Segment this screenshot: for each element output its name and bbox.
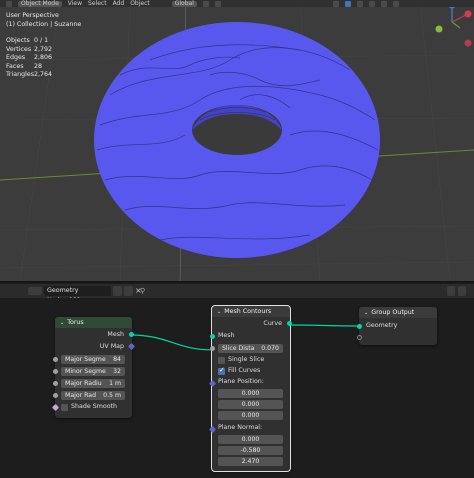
link-mesh: [129, 334, 215, 351]
stat-row: Objects 0 / 1: [6, 37, 49, 44]
sidebar-toggle-icon[interactable]: [458, 286, 466, 296]
mode-dropdown[interactable]: Object Mode: [18, 0, 62, 7]
torus-node[interactable]: ⌄ Torus Mesh UV Map Major Segme 84 Minor…: [51, 317, 136, 418]
node-tree-type-icon[interactable]: [28, 287, 42, 295]
menu-object[interactable]: Object: [130, 0, 150, 7]
plane-normal-y[interactable]: -0.580: [218, 446, 283, 455]
mesh-input-socket[interactable]: [210, 334, 215, 339]
duplicate-icon[interactable]: [124, 286, 133, 296]
viewport-info: User Perspective (1) Collection | Suzann…: [6, 12, 81, 29]
geometry-input-socket[interactable]: [357, 324, 362, 329]
fill-curves-checkbox[interactable]: [218, 366, 225, 375]
torus-node-header[interactable]: ⌄ Torus: [55, 317, 132, 328]
xray-icon[interactable]: [368, 0, 375, 7]
geometry-input-label: Geometry: [366, 322, 398, 329]
editor-type-icon[interactable]: [6, 0, 12, 7]
torus-uv-output-label: UV Map: [99, 343, 124, 350]
slice-distance-socket[interactable]: [210, 346, 215, 351]
major-radius-field[interactable]: Major Radiu 1 m: [61, 379, 125, 388]
shading-material-icon[interactable]: [392, 0, 399, 7]
minor-radius-socket[interactable]: [53, 393, 58, 398]
group-output-title: Group Output: [371, 309, 415, 316]
menu-view[interactable]: View: [68, 0, 82, 7]
major-segments-socket[interactable]: [53, 357, 58, 362]
scene-stats: Objects 0 / 1 Vertices 2,792 Edges 2,806 Fa…: [6, 37, 52, 80]
minor-segments-field[interactable]: Minor Segme 32: [61, 367, 125, 376]
snap-icon[interactable]: [214, 0, 221, 7]
overlays-icon[interactable]: [356, 0, 363, 7]
torus-mesh-output-socket[interactable]: [129, 332, 134, 337]
node-editor-canvas[interactable]: ⌄ Torus Mesh UV Map Major Segme 84 Minor…: [0, 298, 474, 478]
major-radius-socket[interactable]: [53, 381, 58, 386]
major-segments-field[interactable]: Major Segme 84: [61, 355, 125, 364]
pivot-icon[interactable]: [202, 0, 209, 7]
shade-smooth-checkbox[interactable]: [61, 404, 68, 411]
visibility-icon[interactable]: [332, 0, 339, 7]
3d-viewport[interactable]: Object Mode View Select Add Object Globa…: [0, 0, 474, 281]
single-slice-checkbox[interactable]: [218, 357, 225, 364]
link-curve: [288, 324, 361, 327]
torus-title: Torus: [67, 319, 84, 326]
curve-output-label: Curve: [263, 320, 282, 327]
node-editor-header: Geometry Nodes.001 × ⚲: [0, 284, 474, 304]
curve-output-socket[interactable]: [287, 321, 292, 326]
plane-position-x[interactable]: 0.000: [218, 389, 283, 398]
stat-row: Vertices 2,792: [6, 45, 53, 53]
stat-row: Triangles 2,764: [6, 71, 53, 79]
group-output-node[interactable]: ⌄ Group Output Geometry: [357, 307, 437, 345]
area-divider[interactable]: [0, 281, 474, 283]
minor-radius-field[interactable]: Major Rad 0.5 m: [61, 391, 125, 400]
mesh-contours-title: Mesh Contours: [224, 308, 272, 315]
minor-segments-socket[interactable]: [53, 369, 58, 374]
group-output-node-header[interactable]: ⌄ Group Output: [359, 307, 437, 318]
plane-position-z[interactable]: 0.000: [218, 411, 283, 420]
plane-normal-z[interactable]: 2.470: [218, 457, 283, 466]
menu-add[interactable]: Add: [113, 0, 125, 7]
fill-curves-label: Fill Curves: [228, 367, 261, 374]
menu-select[interactable]: Select: [88, 0, 107, 7]
select-tool-icon[interactable]: [344, 0, 351, 7]
plane-normal-x[interactable]: 0.000: [218, 435, 283, 444]
navigation-gizmo: [435, 1, 472, 47]
plane-normal-label: Plane Normal:: [218, 424, 263, 431]
plane-position-y[interactable]: 0.000: [218, 400, 283, 409]
stat-row: Faces 28: [6, 62, 43, 70]
slice-distance-field[interactable]: Slice Dista 0.070: [218, 344, 283, 353]
torus-mesh-output-label: Mesh: [107, 331, 124, 338]
view-name: User Perspective: [6, 12, 59, 19]
mesh-contours-node-header[interactable]: ⌄ Mesh Contours: [212, 306, 290, 317]
plane-position-label: Plane Position:: [218, 378, 264, 385]
overlay-toggle-icon[interactable]: [447, 286, 455, 296]
shade-smooth-label: Shade Smooth: [71, 403, 118, 410]
mesh-contours-node[interactable]: ⌄ Mesh Contours Curve Mesh Slice Dista 0…: [208, 305, 292, 472]
pin-icon[interactable]: ⚲: [140, 286, 149, 296]
mesh-input-label: Mesh: [218, 332, 235, 339]
viewport-header: Object Mode View Select Add Object Globa…: [0, 0, 474, 7]
transform-orientation-dropdown[interactable]: Global: [171, 0, 197, 7]
collection-name: (1) Collection | Suzanne: [6, 20, 82, 28]
empty-input-socket[interactable]: [357, 335, 362, 340]
viewport-canvas: [0, 0, 474, 281]
node-tree-name-field[interactable]: Geometry Nodes.001: [44, 286, 111, 304]
single-slice-label: Single Slice: [228, 356, 265, 363]
shading-solid-icon[interactable]: [380, 0, 387, 7]
stat-row: Edges 2,806: [6, 54, 53, 62]
shield-icon[interactable]: [113, 286, 122, 296]
torus-mesh: [94, 22, 380, 258]
